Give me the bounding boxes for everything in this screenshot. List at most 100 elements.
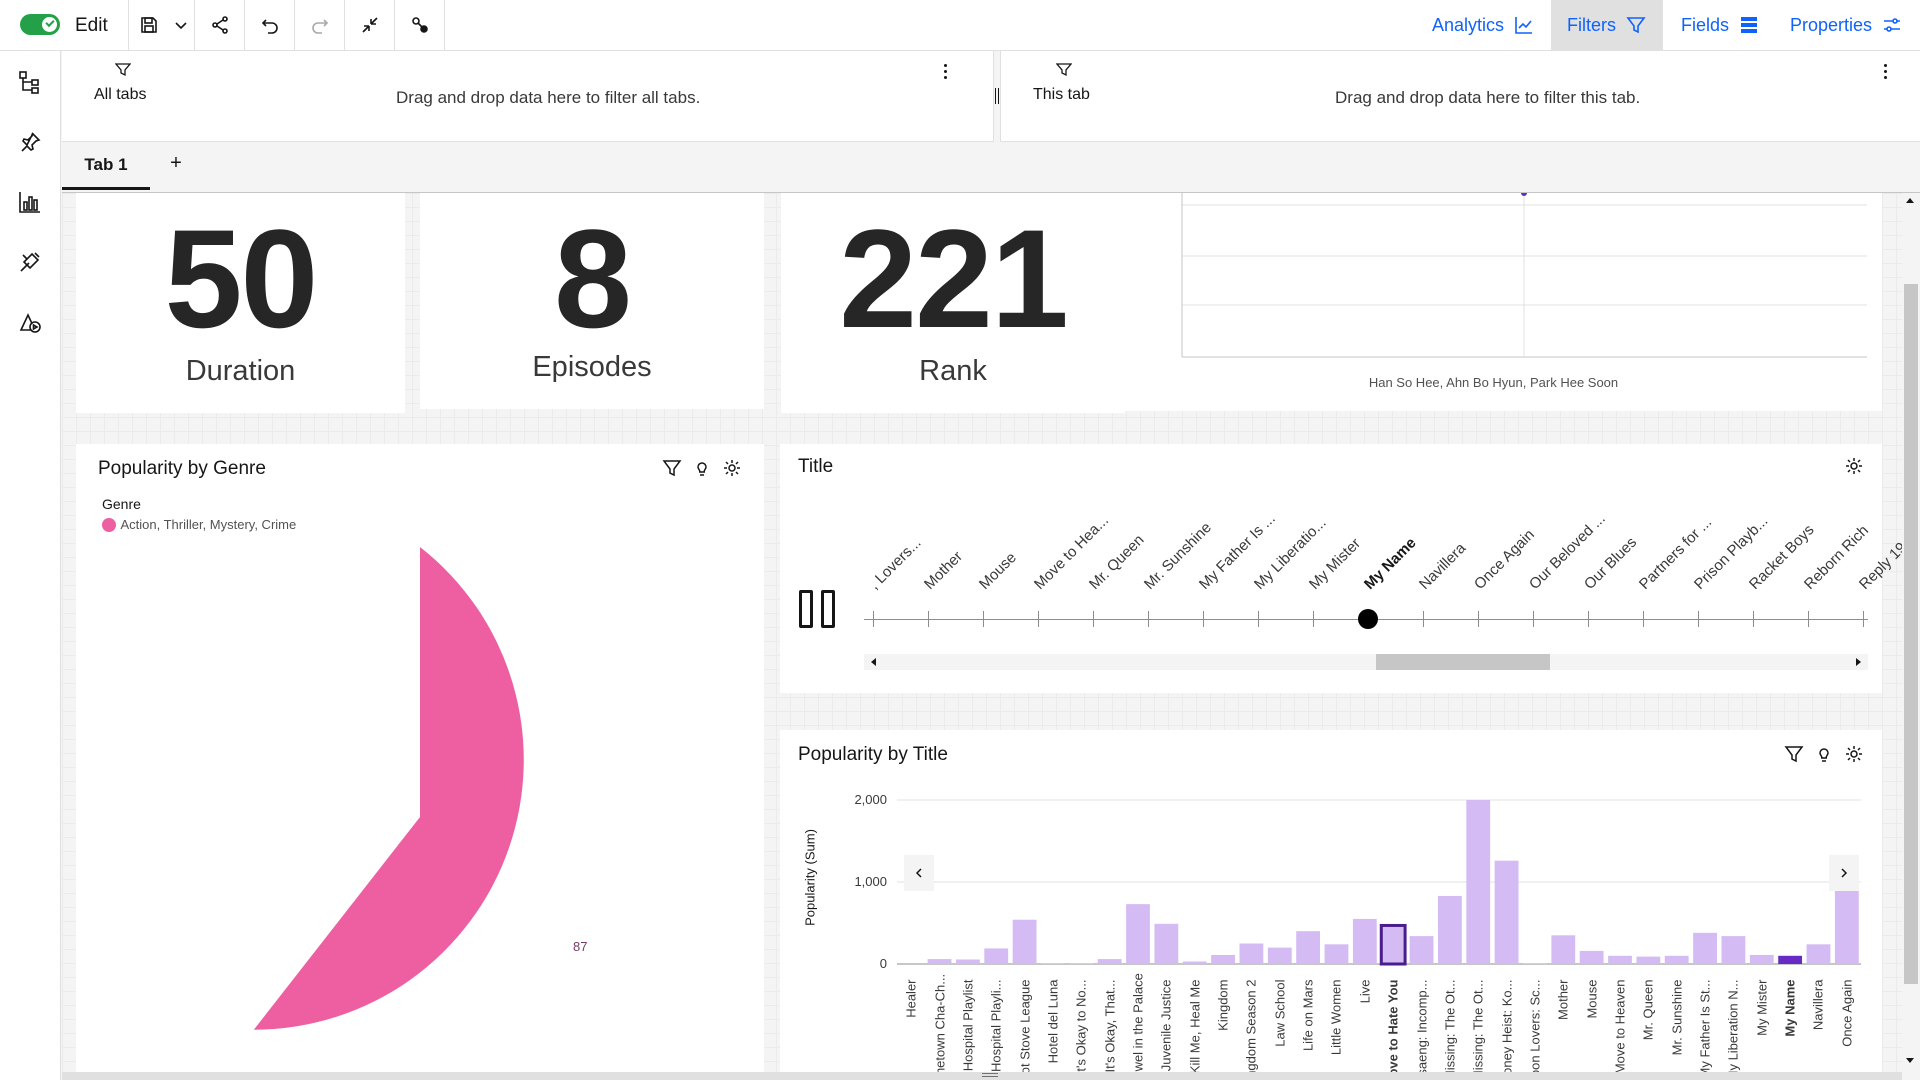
slider-label[interactable]: Mother <box>921 548 966 593</box>
x-tick-label[interactable]: ...metown Cha-Ch... <box>932 974 947 1075</box>
splitter-handle-icon[interactable] <box>995 88 999 104</box>
x-tick-label[interactable]: Navillera <box>1811 980 1826 1076</box>
x-tick-label[interactable]: It's Okay to No... <box>1074 980 1089 1076</box>
tools-icon[interactable] <box>15 247 45 277</box>
slider-label[interactable]: My Mister <box>1306 535 1364 593</box>
bar-chart-icon[interactable] <box>15 187 45 217</box>
slider-tick[interactable] <box>1863 611 1864 627</box>
slider-tick[interactable] <box>873 611 874 627</box>
chart-prev-button[interactable] <box>904 855 934 891</box>
x-tick-label[interactable]: Missing: The Ot... <box>1442 980 1457 1076</box>
x-tick-label[interactable]: Money Heist: Ko... <box>1499 980 1514 1076</box>
x-tick-label[interactable]: Hospital Playlist <box>960 980 975 1076</box>
x-tick-label[interactable]: My Liberation N... <box>1726 980 1741 1076</box>
scroll-down-icon[interactable] <box>1906 1058 1914 1063</box>
x-tick-label[interactable]: My Father Is St... <box>1698 980 1713 1076</box>
slider-tick[interactable] <box>1588 611 1589 627</box>
cast-chart-card[interactable]: Han So Hee, Ahn Bo Hyun, Park Hee Soon <box>1105 193 1882 411</box>
save-icon[interactable] <box>128 0 168 50</box>
slider-tick[interactable] <box>1313 611 1314 627</box>
genre-pie-card[interactable]: Popularity by Genre Genre Action, Thrill… <box>76 444 764 1075</box>
chart-next-button[interactable] <box>1829 855 1859 891</box>
slider-handle[interactable] <box>1358 609 1378 629</box>
chevron-down-icon[interactable] <box>168 0 194 50</box>
x-tick-label[interactable]: It's Okay, That... <box>1102 980 1117 1076</box>
slider-tick[interactable] <box>1698 611 1699 627</box>
x-tick-label[interactable]: Live <box>1357 980 1372 1076</box>
x-tick-label[interactable]: ...isaeng: Incomp... <box>1414 980 1429 1076</box>
x-tick-label[interactable]: My Mister <box>1754 980 1769 1076</box>
x-tick-label[interactable]: Healer <box>904 980 919 1076</box>
slider-label[interactable]: Navillera <box>1416 540 1469 593</box>
slider-tick[interactable] <box>1643 611 1644 627</box>
tab-1[interactable]: Tab 1 <box>62 142 150 190</box>
x-tick-label[interactable]: Move to Heaven <box>1613 980 1628 1076</box>
slider-label[interactable]: Mouse <box>976 549 1020 593</box>
scroll-thumb[interactable] <box>1376 654 1550 670</box>
slider-tick[interactable] <box>1093 611 1094 627</box>
pointer-connect-icon[interactable] <box>394 0 444 50</box>
x-tick-label[interactable]: Mother <box>1556 980 1571 1076</box>
x-tick-label[interactable]: Love to Hate You <box>1386 980 1401 1076</box>
all-tabs-overflow-icon[interactable] <box>944 64 948 80</box>
collapse-icon[interactable] <box>344 0 394 50</box>
x-tick-label[interactable]: Juvenile Justice <box>1159 980 1174 1076</box>
navigation-tree-icon[interactable] <box>15 67 45 97</box>
pin-icon[interactable] <box>15 127 45 157</box>
share-icon[interactable] <box>194 0 244 50</box>
kpi-episodes-card[interactable]: 8 Episodes <box>420 193 764 409</box>
x-tick-label[interactable]: Missing: The Ot... <box>1471 980 1486 1076</box>
kpi-rank-card[interactable]: 221 Rank <box>781 193 1125 413</box>
x-tick-label[interactable]: Law School <box>1272 980 1287 1076</box>
slider-tick[interactable] <box>1423 611 1424 627</box>
x-tick-label[interactable]: Mr. Sunshine <box>1669 980 1684 1076</box>
slider-label[interactable]: Our Blues <box>1581 534 1640 593</box>
x-tick-label[interactable]: Hot Stove League <box>1017 980 1032 1076</box>
slider-label[interactable]: My Name <box>1361 534 1420 593</box>
x-tick-label[interactable]: ...ewel in the Palace <box>1131 973 1146 1075</box>
slider-label[interactable]: Reply 19 <box>1856 539 1902 593</box>
slider-tick[interactable] <box>1533 611 1534 627</box>
x-tick-label[interactable]: Once Again <box>1839 980 1854 1076</box>
title-bar-card[interactable]: Popularity by Title Popularity (Sum) 0 1,… <box>780 730 1882 1075</box>
scroll-up-icon[interactable] <box>1906 198 1914 203</box>
title-slider-card[interactable]: Title , Lovers... Mother Mouse Move to Hea.… <box>780 444 1902 693</box>
slider-tick[interactable] <box>1038 611 1039 627</box>
add-tab-button[interactable]: + <box>166 152 186 178</box>
x-tick-label[interactable]: Mouse <box>1584 980 1599 1076</box>
x-tick-label[interactable]: Moon Lovers: Sc... <box>1527 980 1542 1076</box>
all-tabs-dropzone[interactable]: Drag and drop data here to filter all ta… <box>396 88 700 108</box>
slider-tick[interactable] <box>1808 611 1809 627</box>
fields-button[interactable]: Fields <box>1665 0 1775 50</box>
x-tick-label[interactable]: Life on Mars <box>1301 980 1316 1076</box>
slider-tick[interactable] <box>1203 611 1204 627</box>
this-tab-dropzone[interactable]: Drag and drop data here to filter this t… <box>1335 88 1640 108</box>
kpi-duration-card[interactable]: 50 Duration <box>76 193 405 413</box>
undo-icon[interactable] <box>244 0 294 50</box>
properties-button[interactable]: Properties <box>1774 0 1918 50</box>
slider-label[interactable]: , Lovers... <box>866 534 925 593</box>
x-tick-label[interactable]: Mr. Queen <box>1641 980 1656 1076</box>
x-tick-label[interactable]: Hospital Playli... <box>989 980 1004 1076</box>
redo-icon[interactable] <box>294 0 344 50</box>
slider-tick[interactable] <box>1258 611 1259 627</box>
x-tick-label[interactable]: My Name <box>1783 980 1798 1076</box>
slider-tick[interactable] <box>1148 611 1149 627</box>
x-tick-label[interactable]: Kill Me, Heal Me <box>1187 980 1202 1076</box>
filters-button[interactable]: Filters <box>1551 0 1663 50</box>
edit-mode-toggle[interactable] <box>20 14 60 35</box>
x-tick-label[interactable]: Little Women <box>1329 980 1344 1076</box>
scroll-right-icon[interactable] <box>1856 658 1861 666</box>
slider-tick[interactable] <box>1478 611 1479 627</box>
resize-handle-icon[interactable] <box>982 1073 998 1077</box>
this-tab-overflow-icon[interactable] <box>1884 64 1888 80</box>
slider-tick[interactable] <box>983 611 984 627</box>
x-tick-label[interactable]: Kingdom Season 2 <box>1244 980 1259 1076</box>
vertical-scroll-thumb[interactable] <box>1904 284 1918 984</box>
slider-scrollbar[interactable] <box>864 654 1868 670</box>
x-tick-label[interactable]: Kingdom <box>1216 980 1231 1076</box>
slider-tick[interactable] <box>1753 611 1754 627</box>
slider-tick[interactable] <box>928 611 929 627</box>
scroll-left-icon[interactable] <box>871 658 876 666</box>
analytics-button[interactable]: Analytics <box>1416 0 1550 50</box>
